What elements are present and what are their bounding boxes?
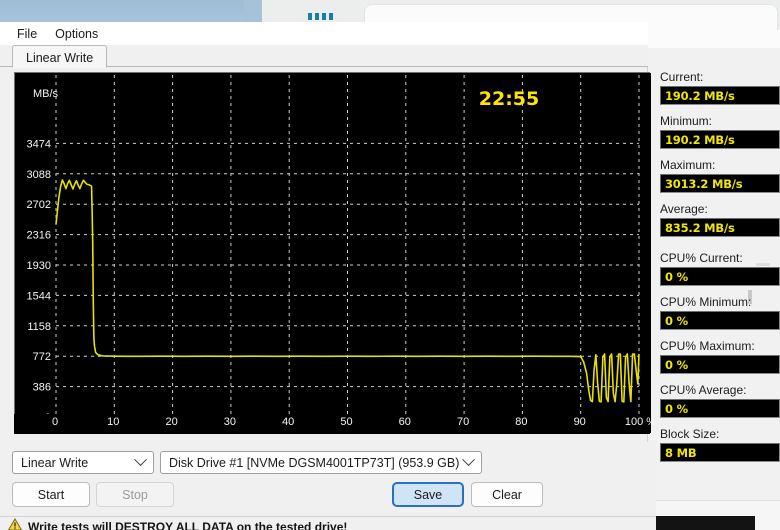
tab-linear-write[interactable]: Linear Write bbox=[12, 45, 108, 68]
desktop-wallpaper bbox=[0, 0, 260, 22]
stat-label: Average: bbox=[660, 202, 708, 216]
stat-block: Average: 835.2 MB/s bbox=[660, 202, 780, 237]
stat-value: 0 % bbox=[660, 267, 780, 286]
warning-text: Write tests will DESTROY ALL DATA on the… bbox=[28, 519, 348, 530]
stat-block: Minimum: 190.2 MB/s bbox=[660, 114, 780, 149]
x-axis-tick-label: 20 bbox=[165, 416, 178, 428]
x-axis-tick-label: 90 bbox=[573, 416, 586, 428]
clear-button[interactable]: Clear bbox=[471, 482, 543, 507]
stat-block: Maximum: 3013.2 MB/s bbox=[660, 158, 780, 193]
stat-value: 0 % bbox=[660, 311, 780, 330]
throughput-graph-svg: 0 386 772 1158 1544 1930 2316 2702 3088 3474 MB/s… bbox=[15, 73, 651, 433]
x-axis-tick-label: 70 bbox=[456, 416, 470, 428]
stat-block: Block Size: 8 MB bbox=[660, 427, 780, 462]
stat-value: 0 % bbox=[660, 355, 780, 374]
controls-panel: Linear Write Disk Drive #1 [NVMe DGSM400… bbox=[0, 442, 656, 530]
test-mode-select[interactable]: Linear Write bbox=[12, 451, 154, 474]
stat-value: 190.2 MB/s bbox=[660, 130, 780, 149]
x-axis-tick-label: 60 bbox=[398, 416, 411, 428]
x-axis-tick-label: 40 bbox=[282, 416, 295, 428]
stat-block: CPU% Current: 0 % bbox=[660, 251, 780, 286]
stat-label: Current: bbox=[660, 70, 704, 84]
x-axis-tick-label: 80 bbox=[515, 416, 528, 428]
x-axis-tick-label: 100 % bbox=[624, 416, 657, 428]
menu-bar: File Options bbox=[0, 22, 648, 45]
stop-button: Stop bbox=[96, 482, 174, 507]
menu-item-options[interactable]: Options bbox=[46, 25, 107, 43]
test-mode-value: Linear Write bbox=[21, 455, 89, 470]
stat-value: 0 % bbox=[660, 399, 780, 418]
stat-value: 835.2 MB/s bbox=[660, 218, 780, 237]
y-axis-tick-label: 2316 bbox=[27, 230, 51, 242]
drive-value: Disk Drive #1 [NVMe DGSM4001TP73T] (953.… bbox=[169, 455, 460, 470]
stat-label: CPU% Maximum: bbox=[660, 339, 755, 353]
save-button[interactable]: Save bbox=[392, 482, 464, 507]
drive-select[interactable]: Disk Drive #1 [NVMe DGSM4001TP73T] (953.… bbox=[160, 451, 482, 474]
stat-value: 190.2 MB/s bbox=[660, 86, 780, 105]
stat-block: CPU% Maximum: 0 % bbox=[660, 339, 780, 374]
statistics-panel: Current: 190.2 MB/s Minimum: 190.2 MB/s Maxi… bbox=[660, 70, 780, 471]
stat-label: CPU% Minimum: bbox=[660, 295, 752, 309]
y-axis-tick-label: 2702 bbox=[27, 199, 51, 211]
stat-label: CPU% Current: bbox=[660, 251, 743, 265]
stat-label: Minimum: bbox=[660, 114, 713, 128]
y-axis-tick-label: 3474 bbox=[27, 138, 51, 150]
y-axis-tick-label: 3088 bbox=[27, 169, 51, 181]
x-axis-tick-label: 30 bbox=[223, 416, 237, 428]
x-axis-tick-label: 0 bbox=[51, 416, 59, 428]
x-axis-tick-label: 50 bbox=[340, 416, 353, 428]
graph-y-axis-unit: MB/s bbox=[33, 88, 59, 100]
stat-block: CPU% Average: 0 % bbox=[660, 383, 780, 418]
stat-value: 8 MB bbox=[660, 443, 780, 462]
y-axis-tick-label: 1544 bbox=[27, 290, 51, 302]
stat-block: Current: 190.2 MB/s bbox=[660, 70, 780, 105]
throughput-graph: 0 386 772 1158 1544 1930 2316 2702 3088 3474 MB/s… bbox=[14, 72, 651, 433]
background-window-tab-dots-icon bbox=[308, 13, 334, 20]
stat-label: CPU% Average: bbox=[660, 383, 747, 397]
y-axis-tick-label: 772 bbox=[33, 351, 51, 363]
start-button[interactable]: Start bbox=[12, 482, 90, 507]
chevron-down-icon bbox=[462, 453, 475, 467]
warning-triangle-icon bbox=[7, 518, 23, 530]
graph-x-axis: 0 10 20 30 40 50 60 70 80 90 100 % bbox=[14, 414, 656, 434]
chevron-down-icon bbox=[134, 453, 147, 467]
stat-label: Maximum: bbox=[660, 158, 716, 172]
menu-item-file[interactable]: File bbox=[8, 25, 46, 43]
y-axis-tick-label: 1158 bbox=[27, 321, 51, 333]
tab-strip: Linear Write bbox=[0, 45, 648, 68]
warning-bar: Write tests will DESTROY ALL DATA on the… bbox=[0, 516, 656, 530]
stat-block: CPU% Minimum: 0 % bbox=[660, 295, 780, 330]
y-axis-tick-label: 1930 bbox=[27, 260, 51, 272]
x-axis-tick-label: 10 bbox=[107, 416, 120, 428]
stat-label: Block Size: bbox=[660, 427, 720, 441]
stat-value: 3013.2 MB/s bbox=[660, 174, 780, 193]
y-axis-tick-label: 386 bbox=[33, 382, 51, 394]
elapsed-timer: 22:55 bbox=[479, 88, 539, 110]
graph-background bbox=[15, 73, 651, 433]
